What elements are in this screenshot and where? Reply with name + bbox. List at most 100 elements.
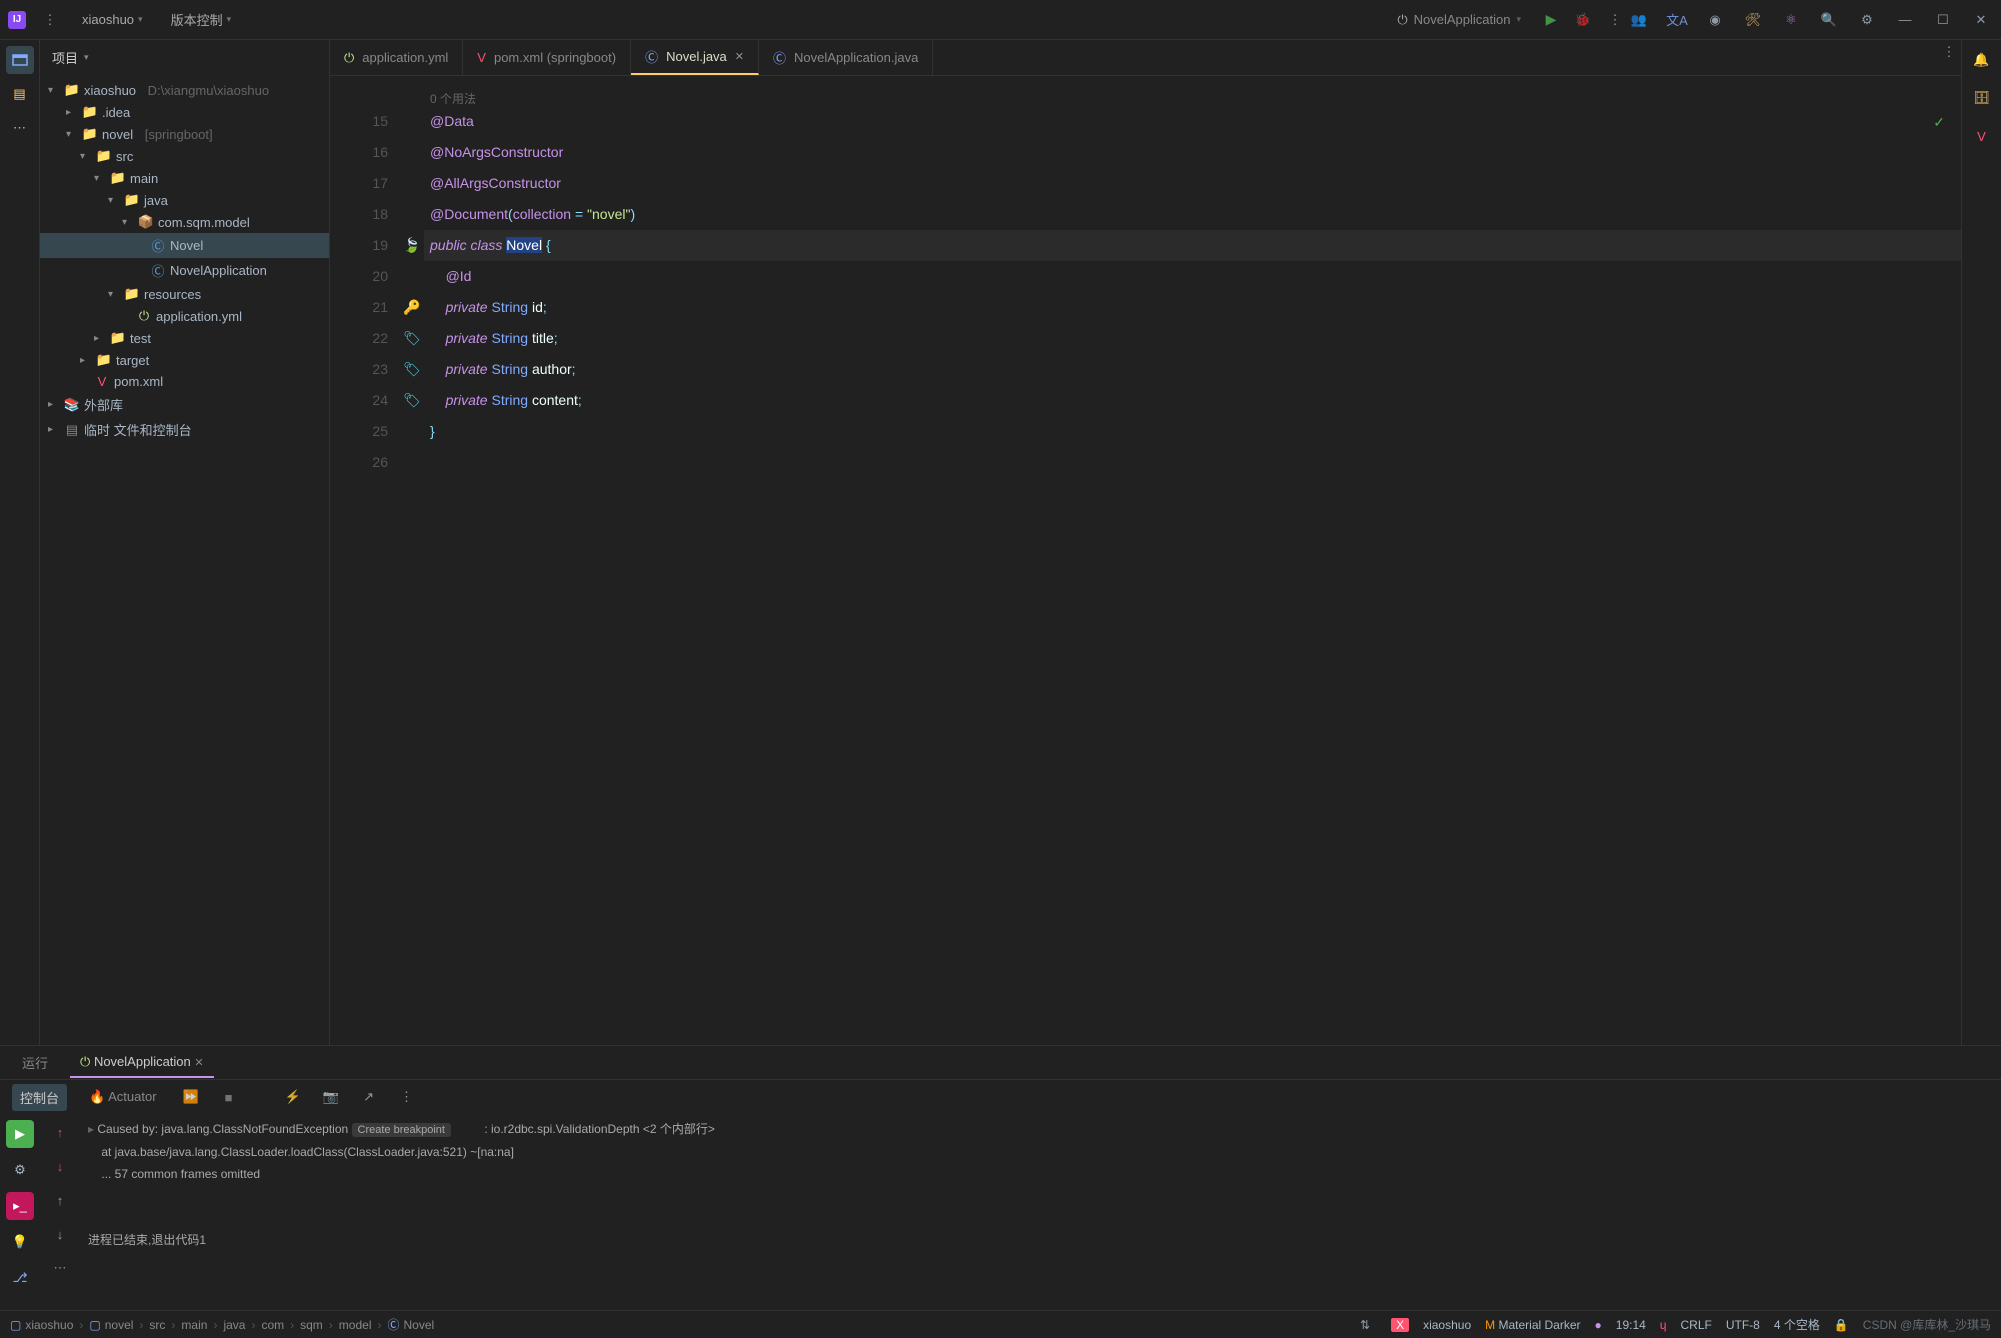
status-project[interactable]: xiaoshuo	[1423, 1318, 1471, 1332]
tab-novel-app-java[interactable]: ⒸNovelApplication.java	[759, 40, 933, 75]
bc-src[interactable]: src	[149, 1318, 165, 1332]
camera-icon[interactable]: 📷	[319, 1085, 343, 1109]
database-tool-icon[interactable]: 🗄	[1968, 84, 1996, 112]
heap-icon[interactable]: ⇅	[1353, 1313, 1377, 1337]
error-badge[interactable]: X	[1391, 1318, 1409, 1332]
field-tag-icon[interactable]: 🏷	[400, 323, 424, 354]
tree-root[interactable]: ▾📁xiaoshuo D:\xiangmu\xiaoshuo	[40, 79, 329, 101]
tab-pom-xml[interactable]: Vpom.xml (springboot)	[463, 40, 631, 75]
status-charset[interactable]: UTF-8	[1726, 1318, 1760, 1332]
tab-options-icon[interactable]: ⋮	[1937, 40, 1961, 64]
rerun-icon[interactable]: ⏩	[179, 1085, 203, 1109]
field-tag-icon[interactable]: 🏷	[400, 385, 424, 416]
vcs-dropdown[interactable]: 版本控制▾	[163, 6, 240, 33]
status-y[interactable]: ɥ	[1660, 1318, 1667, 1332]
structure-tool-icon[interactable]: ▤	[6, 80, 34, 108]
tree-idea[interactable]: ▸📁.idea	[40, 101, 329, 123]
field-tag-icon[interactable]: 🏷	[400, 354, 424, 385]
field-key-icon[interactable]: 🔑	[400, 292, 424, 323]
run-tab-label[interactable]: 运行	[12, 1047, 58, 1078]
attach-icon[interactable]: ⚡	[281, 1085, 305, 1109]
run-button[interactable]: ▶	[1539, 8, 1563, 32]
status-dot[interactable]: ●	[1595, 1318, 1602, 1332]
tree-package[interactable]: ▾📦com.sqm.model	[40, 211, 329, 233]
left-toolstrip: ▤ ⋯	[0, 40, 40, 1045]
main-menu-icon[interactable]: ⋮	[38, 8, 62, 32]
tree-target[interactable]: ▸📁target	[40, 349, 329, 371]
tree-scratches[interactable]: ▸▤临时 文件和控制台	[40, 417, 329, 442]
bc-model[interactable]: model	[339, 1318, 372, 1332]
git-icon[interactable]: ⎇	[6, 1264, 34, 1292]
close-icon[interactable]: ✕	[1969, 8, 1993, 32]
status-lock-icon[interactable]: 🔒	[1834, 1318, 1849, 1332]
run-play-icon[interactable]: ▶	[6, 1120, 34, 1148]
status-theme[interactable]: M Material Darker	[1485, 1318, 1580, 1332]
run-left-strip: ▶ ⚙ ▸_ 💡 ⎇	[0, 1114, 40, 1310]
bc-sqm[interactable]: sqm	[300, 1318, 323, 1332]
bc-com[interactable]: com	[261, 1318, 284, 1332]
tree-external[interactable]: ▸📚外部库	[40, 392, 329, 417]
export-icon[interactable]: ↗	[357, 1085, 381, 1109]
terminal-icon[interactable]: ▸_	[6, 1192, 34, 1220]
project-dropdown[interactable]: xiaoshuo▾	[74, 8, 151, 31]
tab-application-yml[interactable]: ⏻application.yml	[330, 40, 463, 75]
more-run-icon[interactable]: ⋮	[1603, 8, 1627, 32]
minimize-icon[interactable]: —	[1893, 8, 1917, 32]
tree-app-yml[interactable]: ⏻application.yml	[40, 305, 329, 327]
tree-java[interactable]: ▾📁java	[40, 189, 329, 211]
titlebar: IJ ⋮ xiaoshuo▾ 版本控制▾ ⏻ NovelApplication …	[0, 0, 2001, 40]
settings-icon[interactable]: ⚙	[1855, 8, 1879, 32]
tree-novel-app[interactable]: ⒸNovelApplication	[40, 258, 329, 283]
code-editor[interactable]: 151617181920212223242526 🍃 🔑 🏷 🏷 🏷 0 个用法…	[330, 76, 1961, 1045]
search-icon[interactable]: 🔍	[1817, 8, 1841, 32]
status-indent[interactable]: 4 个空格	[1774, 1316, 1820, 1333]
close-tab-icon[interactable]: ✕	[735, 50, 744, 63]
actuator-tab[interactable]: 🔥 Actuator	[81, 1085, 165, 1109]
run-config-selector[interactable]: ⏻ NovelApplication ▾	[1387, 8, 1531, 32]
up-red-icon[interactable]: ↑	[48, 1120, 72, 1144]
up-icon[interactable]: ↑	[48, 1188, 72, 1212]
bc-java[interactable]: java	[223, 1318, 245, 1332]
console-output[interactable]: ▸ Caused by: java.lang.ClassNotFoundExce…	[80, 1114, 2001, 1310]
console-more-icon[interactable]: ⋮	[395, 1085, 419, 1109]
sync-icon[interactable]: ◉	[1703, 8, 1727, 32]
sidebar-header[interactable]: 项目▾	[40, 40, 329, 75]
maximize-icon[interactable]: ☐	[1931, 8, 1955, 32]
tree-resources[interactable]: ▾📁resources	[40, 283, 329, 305]
down-icon[interactable]: ↓	[48, 1222, 72, 1246]
project-tool-icon[interactable]	[6, 46, 34, 74]
run-gear-icon[interactable]: ⚙	[6, 1156, 34, 1184]
mongo-leaf-icon[interactable]: 🍃	[400, 230, 424, 261]
tree-pom[interactable]: Vpom.xml	[40, 371, 329, 392]
code-content[interactable]: 0 个用法 @Data @NoArgsConstructor @AllArgsC…	[424, 76, 1961, 1045]
notifications-icon[interactable]: 🔔	[1968, 46, 1996, 74]
maven-tool-icon[interactable]: V	[1968, 122, 1996, 150]
code-with-me-icon[interactable]: 👥	[1627, 8, 1651, 32]
tree-test[interactable]: ▸📁test	[40, 327, 329, 349]
bc-project[interactable]: ▢xiaoshuo	[10, 1318, 73, 1332]
tree-novel[interactable]: ▾📁novel [springboot]	[40, 123, 329, 145]
problems-icon[interactable]: 💡	[6, 1228, 34, 1256]
status-encoding[interactable]: CRLF	[1680, 1318, 1711, 1332]
debug-button[interactable]: 🐞	[1571, 8, 1595, 32]
bc-main[interactable]: main	[181, 1318, 207, 1332]
more-nav-icon[interactable]: ⋯	[48, 1256, 72, 1280]
tree-src[interactable]: ▾📁src	[40, 145, 329, 167]
run-config-tab[interactable]: ⏻ NovelApplication ✕	[70, 1048, 214, 1078]
bc-class[interactable]: ⒸNovel	[387, 1316, 434, 1333]
translate-icon[interactable]: 文A	[1665, 8, 1689, 32]
bc-module[interactable]: ▢novel	[89, 1318, 133, 1332]
status-time[interactable]: 19:14	[1616, 1318, 1646, 1332]
ide-logo[interactable]: IJ	[8, 11, 26, 29]
tree-novel-class[interactable]: ⒸNovel	[40, 233, 329, 258]
stop-icon[interactable]: ■	[217, 1085, 241, 1109]
usage-hint[interactable]: 0 个用法	[424, 84, 1961, 106]
tools-icon[interactable]: 🛠	[1741, 8, 1765, 32]
tab-novel-java[interactable]: ⒸNovel.java✕	[631, 40, 759, 75]
more-tool-icon[interactable]: ⋯	[6, 114, 34, 142]
console-tab[interactable]: 控制台	[12, 1084, 67, 1111]
inspection-check-icon[interactable]: ✓	[1933, 114, 1945, 131]
down-red-icon[interactable]: ↓	[48, 1154, 72, 1178]
atom-icon[interactable]: ⚛	[1779, 8, 1803, 32]
tree-main[interactable]: ▾📁main	[40, 167, 329, 189]
